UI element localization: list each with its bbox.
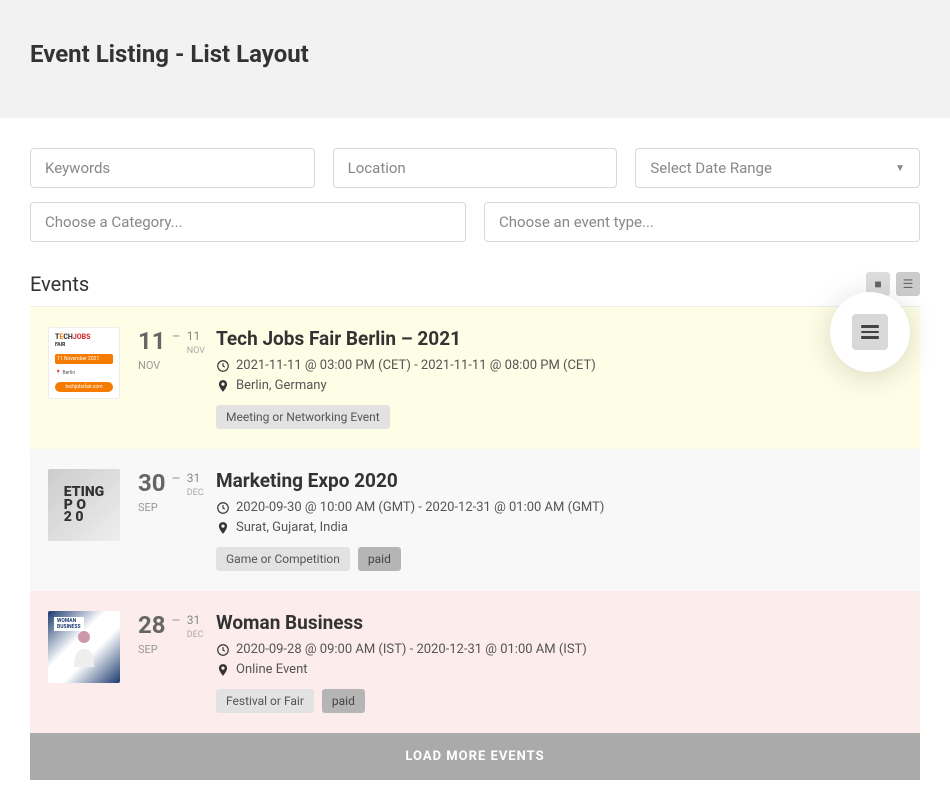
event-location: Surat, Gujarat, India	[216, 520, 906, 535]
section-header: Events ■ ☰	[30, 272, 920, 296]
end-day: 31	[187, 613, 201, 627]
clock-icon	[216, 501, 230, 515]
list-view-button[interactable]: ☰	[896, 272, 920, 296]
event-datetime: 2020-09-28 @ 09:00 AM (IST) - 2020-12-31…	[216, 642, 906, 657]
event-title[interactable]: Marketing Expo 2020	[216, 469, 906, 492]
thumb-label: WOMANBUSINESS	[54, 617, 84, 631]
event-location: Online Event	[216, 662, 906, 677]
date-block: 28 – 31 DEC SEP	[138, 611, 198, 656]
event-card[interactable]: ETINGP O2 0 30 – 31 DEC SEP Marketing Ex…	[30, 449, 920, 591]
eventtype-label: Choose an event type...	[499, 213, 654, 231]
list-icon: ☰	[903, 277, 914, 291]
event-tag[interactable]: Game or Competition	[216, 547, 350, 571]
grid-icon: ■	[874, 277, 881, 291]
daterange-select[interactable]: Select Date Range ▼	[635, 148, 920, 188]
view-popup	[830, 292, 910, 372]
clock-icon	[216, 643, 230, 657]
location-input[interactable]: Location	[333, 148, 618, 188]
main-container: Keywords Location Select Date Range ▼ Ch…	[0, 118, 950, 810]
hamburger-icon	[861, 325, 879, 339]
start-month: SEP	[138, 643, 198, 656]
list-view-popup-button[interactable]	[852, 314, 888, 350]
event-datetime: 2020-09-30 @ 10:00 AM (GMT) - 2020-12-31…	[216, 500, 906, 515]
caret-down-icon: ▼	[895, 163, 905, 174]
event-location: Berlin, Germany	[216, 378, 906, 393]
event-tag[interactable]: Festival or Fair	[216, 689, 314, 713]
event-title[interactable]: Tech Jobs Fair Berlin – 2021	[216, 327, 906, 350]
page-header: Event Listing - List Layout	[0, 0, 950, 118]
load-more-button[interactable]: LOAD MORE EVENTS	[30, 733, 920, 780]
start-day: 30	[138, 471, 166, 495]
events-list: TECHJOBSFAIR 11 November 2021 📍 Berlin t…	[30, 306, 920, 733]
thumb-text: ETINGP O2 0	[64, 486, 104, 524]
event-thumbnail: ETINGP O2 0	[48, 469, 120, 541]
event-datetime: 2021-11-11 @ 03:00 PM (CET) - 2021-11-11…	[216, 358, 906, 373]
event-tag[interactable]: paid	[358, 547, 401, 571]
event-title[interactable]: Woman Business	[216, 611, 906, 634]
clock-icon	[216, 359, 230, 373]
daterange-label: Select Date Range	[650, 159, 772, 177]
date-block: 11 – 11 NOV NOV	[138, 327, 198, 372]
event-thumbnail: TECHJOBSFAIR 11 November 2021 📍 Berlin t…	[48, 327, 120, 399]
event-tags: Game or Competition paid	[216, 547, 906, 571]
pin-icon	[216, 521, 230, 535]
thumb-chip: techjobsfair.com	[55, 382, 113, 392]
filters-row-2: Choose a Category... Choose an event typ…	[30, 202, 920, 242]
event-card[interactable]: TECHJOBSFAIR 11 November 2021 📍 Berlin t…	[30, 307, 920, 449]
event-body: Tech Jobs Fair Berlin – 2021 2021-11-11 …	[216, 327, 906, 429]
section-title: Events	[30, 272, 89, 296]
pin-icon	[216, 379, 230, 393]
event-tag[interactable]: Meeting or Networking Event	[216, 405, 390, 429]
event-tags: Meeting or Networking Event	[216, 405, 906, 429]
start-month: SEP	[138, 501, 198, 514]
pin-icon	[216, 663, 230, 677]
end-day: 31	[187, 471, 201, 485]
start-day: 28	[138, 613, 166, 637]
event-body: Marketing Expo 2020 2020-09-30 @ 10:00 A…	[216, 469, 906, 571]
event-card[interactable]: WOMANBUSINESS 28 – 31 DEC SEP Woman Busi…	[30, 591, 920, 733]
end-day: 11	[187, 329, 201, 343]
filters-row-1: Keywords Location Select Date Range ▼	[30, 148, 920, 188]
end-month: DEC	[187, 630, 204, 640]
category-label: Choose a Category...	[45, 213, 183, 231]
event-thumbnail: WOMANBUSINESS	[48, 611, 120, 683]
date-block: 30 – 31 DEC SEP	[138, 469, 198, 514]
thumb-date: 11 November 2021	[55, 354, 113, 364]
end-month: DEC	[187, 488, 204, 498]
thumb-logo: TECHJOBSFAIR	[55, 334, 113, 348]
end-month: NOV	[187, 346, 205, 356]
event-tag[interactable]: paid	[322, 689, 365, 713]
thumb-location: 📍 Berlin	[55, 370, 113, 376]
eventtype-select[interactable]: Choose an event type...	[484, 202, 920, 242]
page-title: Event Listing - List Layout	[30, 40, 920, 68]
event-tags: Festival or Fair paid	[216, 689, 906, 713]
category-select[interactable]: Choose a Category...	[30, 202, 466, 242]
person-icon	[69, 627, 99, 667]
start-month: NOV	[138, 359, 198, 372]
event-body: Woman Business 2020-09-28 @ 09:00 AM (IS…	[216, 611, 906, 713]
keywords-input[interactable]: Keywords	[30, 148, 315, 188]
start-day: 11	[138, 329, 166, 353]
